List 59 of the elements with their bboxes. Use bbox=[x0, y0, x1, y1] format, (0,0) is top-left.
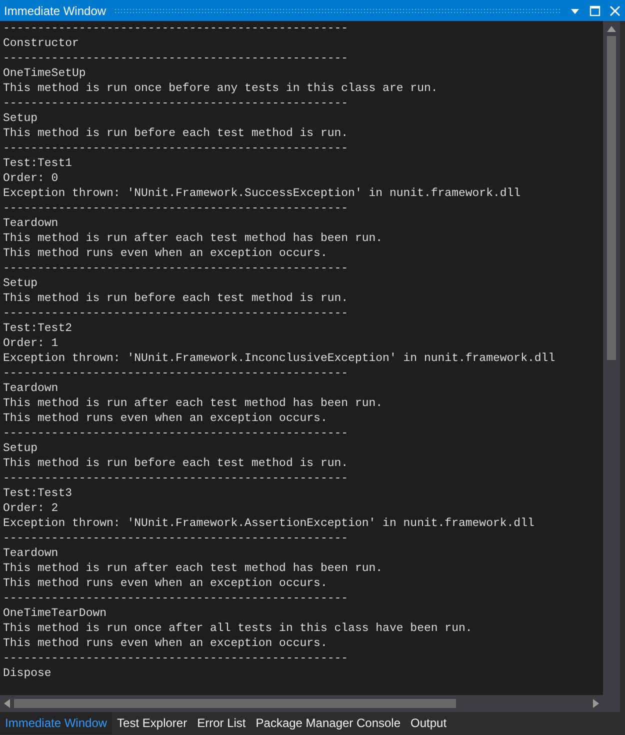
output-line: This method is run once after all tests in this class have been run. bbox=[3, 621, 474, 636]
output-line: Exception thrown: 'NUnit.Framework.AssertionException' in nunit.framework.dll bbox=[3, 516, 536, 531]
horizontal-scrollbar[interactable] bbox=[0, 695, 603, 712]
scroll-thumb[interactable] bbox=[607, 36, 616, 360]
output-line: -------------------------------------------------- bbox=[3, 471, 350, 486]
output-line: -------------------------------------------------- bbox=[3, 306, 350, 321]
output-line: -------------------------------------------------- bbox=[3, 96, 350, 111]
output-line: OneTimeSetUp bbox=[3, 66, 87, 81]
output-line: -------------------------------------------------- bbox=[3, 531, 350, 546]
output-line: This method runs even when an exception occurs. bbox=[3, 636, 328, 651]
output-line: -------------------------------------------------- bbox=[3, 651, 350, 666]
output-line: This method runs even when an exception occurs. bbox=[3, 411, 328, 426]
output-line: Setup bbox=[3, 276, 39, 291]
maximize-icon[interactable] bbox=[589, 4, 601, 16]
scroll-up-icon[interactable] bbox=[607, 26, 616, 32]
panel-tab[interactable]: Output bbox=[406, 712, 452, 734]
output-line: Order: 0 bbox=[3, 171, 60, 186]
output-line: This method is run before each test method is run. bbox=[3, 456, 350, 471]
output-line: This method is run before each test method is run. bbox=[3, 291, 350, 306]
scroll-left-icon[interactable] bbox=[4, 699, 10, 708]
output-line: This method is run after each test method has been run. bbox=[3, 396, 384, 411]
output-line: Exception thrown: 'NUnit.Framework.SuccessException' in nunit.framework.dll bbox=[3, 186, 522, 201]
output-line: Dispose bbox=[3, 666, 52, 681]
output-line: Teardown bbox=[3, 381, 60, 396]
output-line: Test:Test2 bbox=[3, 321, 74, 336]
output-line: Test:Test1 bbox=[3, 156, 74, 171]
output-line: -------------------------------------------------- bbox=[3, 426, 350, 441]
output-line: Order: 1 bbox=[3, 336, 60, 351]
scroll-thumb[interactable] bbox=[14, 699, 456, 708]
output-line: -------------------------------------------------- bbox=[3, 366, 350, 381]
output-line: -------------------------------------------------- bbox=[3, 141, 350, 156]
panel-tab[interactable]: Error List bbox=[192, 712, 251, 734]
output-line: Test:Test3 bbox=[3, 486, 74, 501]
output-line: Teardown bbox=[3, 546, 60, 561]
output-line: -------------------------------------------------- bbox=[3, 591, 350, 606]
vertical-scrollbar[interactable] bbox=[603, 21, 620, 695]
output-line: This method is run after each test method has been run. bbox=[3, 231, 384, 246]
output-line: Setup bbox=[3, 111, 39, 126]
output-line: This method is run once before any tests in this class are run. bbox=[3, 81, 439, 96]
scroll-right-icon[interactable] bbox=[593, 699, 599, 708]
output-line: Setup bbox=[3, 441, 39, 456]
output-line: Teardown bbox=[3, 216, 60, 231]
close-icon[interactable] bbox=[609, 4, 621, 16]
output-line: -------------------------------------------------- bbox=[3, 21, 350, 36]
output-line: Order: 2 bbox=[3, 501, 60, 516]
output-line: This method is run before each test method is run. bbox=[3, 126, 350, 141]
output-line: -------------------------------------------------- bbox=[3, 51, 350, 66]
output-line: Exception thrown: 'NUnit.Framework.InconclusiveException' in nunit.framework.dll bbox=[3, 351, 556, 366]
panel-tab[interactable]: Immediate Window bbox=[0, 712, 112, 734]
output-line: This method is run after each test method has been run. bbox=[3, 561, 384, 576]
panel-tab[interactable]: Test Explorer bbox=[112, 712, 192, 734]
output-line: -------------------------------------------------- bbox=[3, 261, 350, 276]
output-line: This method runs even when an exception occurs. bbox=[3, 576, 328, 591]
window-title: Immediate Window bbox=[4, 4, 106, 18]
panel-tab[interactable]: Package Manager Console bbox=[250, 712, 406, 734]
output-line: Constructor bbox=[3, 36, 80, 51]
output-line: OneTimeTearDown bbox=[3, 606, 108, 621]
output-line: This method runs even when an exception occurs. bbox=[3, 246, 328, 261]
output-line: -------------------------------------------------- bbox=[3, 201, 350, 216]
